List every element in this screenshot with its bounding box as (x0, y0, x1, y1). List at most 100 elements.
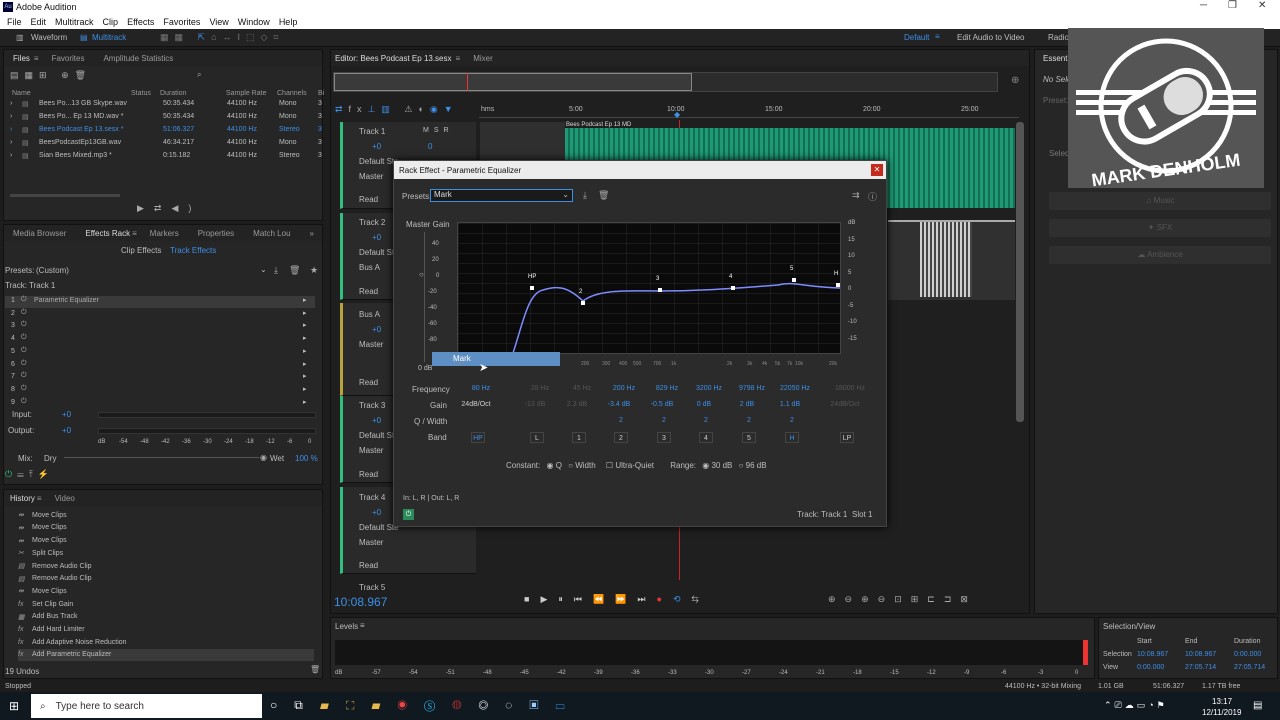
favorite-star-icon[interactable]: ★ (310, 265, 318, 276)
track-3-mode[interactable]: Read (359, 470, 378, 479)
dialog-preset-chevron-icon[interactable]: ⌄ (562, 190, 569, 199)
history-item[interactable]: fx Add Parametric Equalizer (18, 648, 314, 662)
slot-arrow-icon[interactable]: ▸ (303, 398, 307, 406)
file-row[interactable]: › ▤ Bees Po...13 GB Skype.wav 50:35.434 4410… (8, 99, 322, 111)
menu-edit[interactable]: Edit (31, 17, 47, 27)
band-frequency[interactable]: 3200 Hz (694, 385, 724, 392)
rack-list-icon[interactable]: ☰ (17, 469, 29, 479)
band-toggle[interactable]: L (530, 432, 544, 443)
zoom-track-icon[interactable]: ⊠ (960, 594, 977, 604)
essential-music-button[interactable]: ♫ Music (1049, 192, 1271, 210)
slot-power-icon[interactable]: ⏻ (21, 296, 27, 304)
tray-chevron-icon[interactable]: ⌃ (1104, 700, 1115, 710)
view-duration[interactable]: 27:05.714 (1234, 664, 1265, 671)
close-icon[interactable]: ✕ (1258, 0, 1266, 11)
track-3-output[interactable]: Master (359, 446, 383, 455)
band-frequency[interactable]: 9798 Hz (737, 385, 767, 392)
photos-icon[interactable]: ▭ (555, 698, 581, 712)
tab-mixer[interactable]: Mixer (473, 54, 493, 63)
waveform-view-button[interactable]: Waveform (31, 33, 67, 42)
file-row[interactable]: › ▤ Sian Bees Mixed.mp3 * 0:15.182 44100 Hz S… (8, 151, 322, 163)
files-scrollbar[interactable] (10, 194, 120, 197)
record-icon[interactable]: ● (657, 594, 673, 604)
zoom-right-icon[interactable]: ⊐ (944, 594, 961, 604)
tab-match-loudness[interactable]: Match Lou (253, 229, 290, 238)
band-gain[interactable]: 2.3 dB (557, 401, 597, 408)
track-effects-tab[interactable]: Track Effects (170, 246, 216, 255)
rack-power-icon[interactable]: ⏻ (5, 469, 17, 479)
track-4-mode[interactable]: Read (359, 561, 378, 570)
chrome-icon[interactable]: ◉ (398, 698, 425, 712)
col-bits[interactable]: Bi (318, 90, 324, 97)
file-name[interactable]: Bees Po...13 GB Skype.wav (39, 100, 127, 107)
workspace-default[interactable]: Default (904, 33, 929, 42)
slot-arrow-icon[interactable]: ▸ (303, 321, 307, 329)
zoom-in-amplitude-icon[interactable]: ⊕ (828, 594, 845, 604)
slot-power-icon[interactable]: ⏻ (21, 398, 27, 406)
col-name[interactable]: Name (12, 90, 31, 97)
loop-playback-icon[interactable]: ⟲ (673, 594, 692, 604)
track-2-name[interactable]: Track 2 (359, 218, 385, 227)
history-delete-icon[interactable]: 🗑 (310, 665, 320, 674)
history-item[interactable]: ⇹ Move Clips (18, 509, 314, 522)
editor-menu-icon[interactable]: ≡ (456, 54, 461, 63)
slot-effect-name[interactable]: Parametric Equalizer (34, 297, 99, 304)
history-menu-icon[interactable]: ≡ (37, 494, 42, 503)
multitrack-icon[interactable]: ▤ (80, 33, 88, 42)
track-2-mode[interactable]: Read (359, 287, 378, 296)
track-msr-buttons[interactable]: MSR (423, 127, 454, 134)
band-q[interactable]: 2 (698, 417, 714, 424)
play-icon[interactable]: ▶ (137, 203, 154, 213)
band-gain[interactable]: 24dB/Oct (825, 401, 865, 408)
workspace-radio[interactable]: Radio (1048, 33, 1069, 42)
effect-slot[interactable]: 7 ⏻ ▸ (5, 372, 315, 384)
dialog-close-icon[interactable]: ✕ (871, 164, 883, 176)
width-radio[interactable]: ○ Width (568, 461, 596, 470)
delete-preset-icon[interactable]: 🗑 (289, 265, 300, 276)
delete-icon[interactable]: 🗑 (75, 70, 92, 80)
track-2-output[interactable]: Bus A (359, 263, 380, 272)
master-gain-slider[interactable] (424, 232, 425, 362)
history-item[interactable]: fx Set Clip Gain (18, 598, 314, 611)
waveform-icon[interactable]: ▥ (16, 33, 24, 42)
tab-video[interactable]: Video (55, 494, 75, 503)
effect-slot[interactable]: 4 ⏻ ▸ (5, 334, 315, 346)
band-toggle[interactable]: 1 (572, 432, 586, 443)
history-item[interactable]: ⇹ Move Clips (18, 534, 314, 547)
tray-icons[interactable]: ⎚☁▭◔⚑ (1115, 700, 1168, 710)
history-item[interactable]: fx Add Adaptive Noise Reduction (18, 636, 314, 649)
menu-help[interactable]: Help (279, 17, 298, 27)
zoom-icon[interactable]: ⊕ (1011, 75, 1019, 86)
file-row[interactable]: › ▤ Bees Podcast Ep 13.sesx * 51:06.327 4410… (8, 125, 322, 137)
track-1-output[interactable]: Master (359, 172, 383, 181)
levels-menu-icon[interactable]: ≡ (360, 621, 365, 630)
effect-slot[interactable]: 8 ⏻ ▸ (5, 385, 315, 397)
band-frequency[interactable]: 200 Hz (609, 385, 639, 392)
history-item[interactable]: fx Add Hard Limiter (18, 623, 314, 636)
tab-amplitude-statistics[interactable]: Amplitude Statistics (103, 54, 173, 63)
band-gain[interactable]: 24dB/Oct (456, 401, 496, 408)
rack-fx-icon[interactable]: ⚡ (38, 469, 54, 479)
history-item[interactable]: ⇹ Move Clips (18, 585, 314, 598)
history-item[interactable]: ✂ Split Clips (18, 547, 314, 560)
tab-files[interactable]: Files (13, 54, 30, 63)
bus-a-name[interactable]: Bus A (359, 310, 380, 319)
band-toggle[interactable]: 3 (657, 432, 671, 443)
band-frequency[interactable]: 829 Hz (652, 385, 682, 392)
zoom-out-time-icon[interactable]: ⊖ (878, 594, 895, 604)
skype-icon[interactable]: Ⓢ (424, 698, 452, 712)
slot-arrow-icon[interactable]: ▸ (303, 296, 307, 304)
band-toggle[interactable]: 2 (614, 432, 628, 443)
slot-power-icon[interactable]: ⏻ (21, 334, 27, 342)
slot-arrow-icon[interactable]: ▸ (303, 360, 307, 368)
slot-arrow-icon[interactable]: ▸ (303, 334, 307, 342)
effect-slot[interactable]: 1 ⏻ Parametric Equalizer ▸ (5, 296, 315, 308)
slot-arrow-icon[interactable]: ▸ (303, 347, 307, 355)
band-toggle[interactable]: HP (471, 432, 485, 443)
zoom-sel-icon[interactable]: ⊞ (911, 594, 928, 604)
cortana-icon[interactable]: ○ (270, 698, 294, 712)
menu-window[interactable]: Window (238, 17, 270, 27)
expand-icon[interactable]: › (10, 126, 12, 133)
preset-chevron-icon[interactable]: ⌄ (260, 265, 267, 274)
windows-start-icon[interactable]: ⊞ (9, 699, 19, 713)
